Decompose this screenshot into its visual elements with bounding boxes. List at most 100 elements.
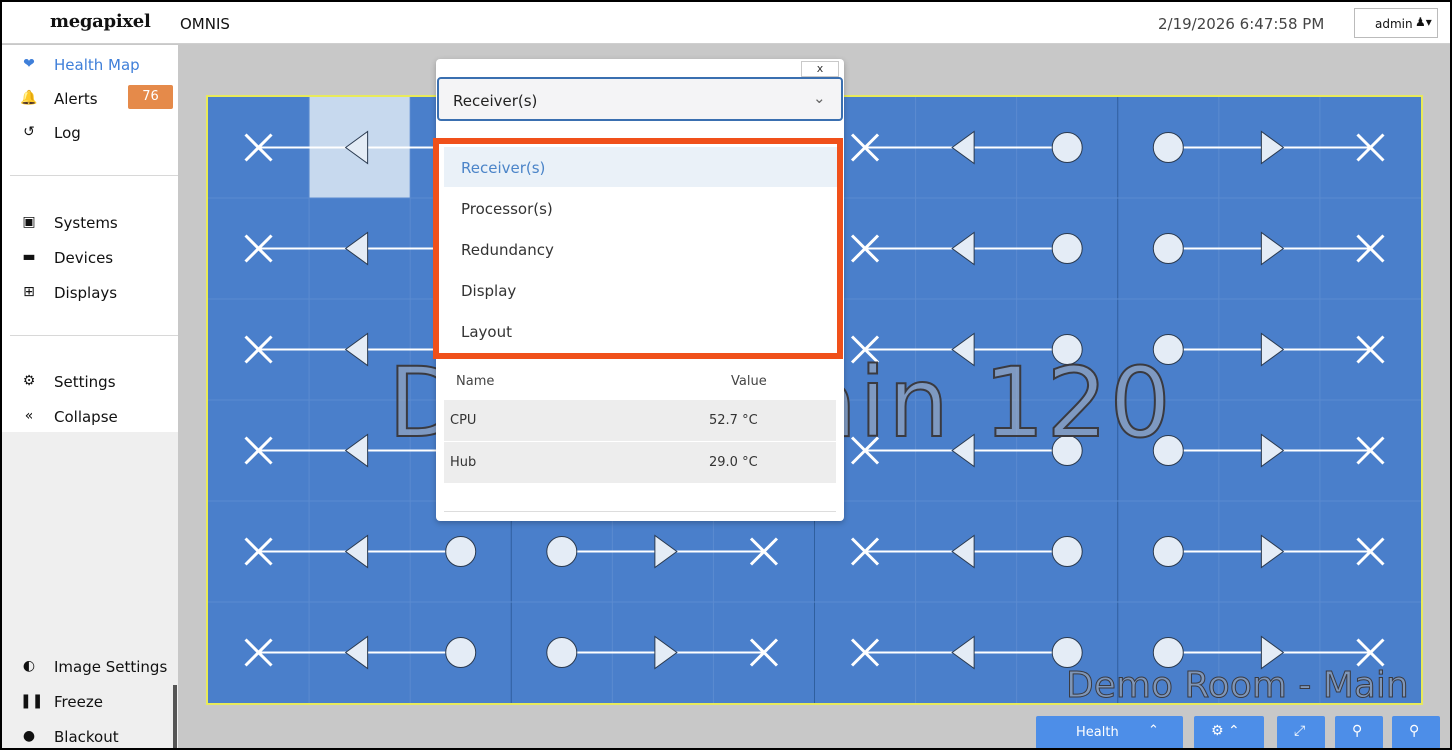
close-button[interactable]: x [801, 61, 839, 77]
sidebar-item-blackout[interactable]: ● Blackout [16, 725, 174, 748]
zoom-out-icon: ⚲ [1352, 723, 1363, 739]
datetime: 2/19/2026 6:47:58 PM [1158, 15, 1325, 33]
data-flow-arrow-icon [1260, 635, 1285, 670]
grid-icon: ⊞ [23, 284, 35, 300]
sidebar-item-label: Log [54, 124, 81, 142]
data-flow-arrow-icon [951, 130, 975, 165]
user-name: admin [1375, 17, 1413, 31]
receiver-node-icon [546, 637, 578, 668]
row-name: Hub [450, 455, 477, 470]
table-row: CPU 52.7 °C [444, 400, 836, 442]
sidebar-scrollbar[interactable] [173, 685, 177, 748]
chevron-down-icon: ⌄ [813, 89, 826, 107]
sidebar-item-label: Displays [54, 284, 118, 302]
contrast-icon: ◐ [22, 658, 36, 674]
row-value: 29.0 °C [709, 455, 758, 470]
health-mode-button[interactable]: Health ⌃ [1036, 716, 1183, 748]
data-flow-arrow-icon [344, 231, 369, 266]
divider [10, 175, 178, 176]
data-flow-arrow-icon [1260, 332, 1285, 367]
sidebar-item-label: Blackout [54, 728, 119, 746]
data-flow-arrow-icon [951, 534, 975, 569]
options-button[interactable]: ⚙ ⌃ [1194, 716, 1264, 748]
sidebar-item-label: Settings [54, 373, 116, 391]
sidebar-item-label: Alerts [54, 90, 98, 108]
app-window: megapixel OMNIS 2/19/2026 6:47:58 PM adm… [0, 0, 1452, 750]
fullscreen-button[interactable]: ⤢ [1277, 716, 1325, 748]
sidebar-nav: ❤ Health Map 🔔 Alerts 76 ↺ Log ▣ Systems… [2, 45, 178, 432]
zoom-in-button[interactable]: ⚲ [1392, 716, 1440, 748]
component-select[interactable]: Receiver(s) ⌄ [437, 77, 843, 121]
receiver-node-icon [1051, 536, 1083, 567]
sidebar-item-freeze[interactable]: ❚❚ Freeze [16, 690, 174, 716]
sidebar: ❤ Health Map 🔔 Alerts 76 ↺ Log ▣ Systems… [2, 45, 178, 748]
divider [444, 511, 836, 512]
row-value: 52.7 °C [709, 413, 758, 428]
bell-icon: 🔔 [20, 90, 38, 106]
receiver-node-icon [445, 637, 477, 668]
receiver-node-icon [546, 536, 578, 567]
user-caret-icon: ♟▾ [1415, 15, 1432, 29]
data-flow-arrow-icon [951, 635, 975, 670]
server-icon: ▬ [22, 249, 36, 265]
table-header-name: Name [456, 374, 495, 389]
sidebar-item-systems[interactable]: ▣ Systems [16, 211, 174, 237]
divider [10, 335, 178, 336]
gear-icon: ⚙ ⌃ [1211, 723, 1240, 739]
sidebar-item-image-settings[interactable]: ◐ Image Settings [16, 655, 174, 681]
receiver-node-icon [1051, 637, 1083, 668]
lightbulb-icon: ● [22, 728, 36, 744]
data-flow-arrow-icon [1260, 534, 1285, 569]
receiver-node-icon [1152, 132, 1184, 163]
sidebar-item-label: Health Map [54, 56, 140, 74]
data-flow-arrow-icon [951, 231, 975, 266]
zoom-in-icon: ⚲ [1409, 723, 1420, 739]
data-flow-arrow-icon [654, 534, 678, 569]
data-flow-arrow-icon [654, 635, 678, 670]
receiver-node-icon [1152, 233, 1184, 264]
dropdown-highlight-box [433, 138, 843, 359]
network-icon: ▣ [22, 214, 36, 230]
brand-logo: megapixel [50, 11, 151, 32]
sidebar-item-label: Collapse [54, 408, 118, 426]
history-icon: ↺ [23, 124, 35, 140]
health-mode-label: Health [1076, 725, 1119, 740]
sidebar-item-collapse[interactable]: « Collapse [16, 405, 174, 431]
chevron-up-icon: ⌃ [1148, 723, 1159, 738]
data-flow-arrow-icon [344, 534, 369, 569]
data-flow-arrow-icon [344, 332, 369, 367]
sidebar-item-devices[interactable]: ▬ Devices [16, 246, 174, 272]
zoom-out-button[interactable]: ⚲ [1335, 716, 1383, 748]
expand-icon: ⤢ [1294, 723, 1306, 739]
sidebar-item-displays[interactable]: ⊞ Displays [16, 281, 174, 307]
data-flow-arrow-icon [344, 433, 369, 468]
table-row: Hub 29.0 °C [444, 442, 836, 484]
receiver-node-icon [445, 536, 477, 567]
row-name: CPU [450, 413, 477, 428]
sidebar-item-health-map[interactable]: ❤ Health Map [16, 53, 174, 79]
receiver-node-icon [1051, 132, 1083, 163]
top-bar: megapixel OMNIS 2/19/2026 6:47:58 PM adm… [2, 2, 1450, 44]
user-menu-button[interactable]: admin ♟▾ [1354, 8, 1438, 38]
sidebar-item-settings[interactable]: ⚙ Settings [16, 370, 174, 396]
component-select-value: Receiver(s) [453, 92, 538, 110]
double-chevron-left-icon: « [24, 408, 34, 424]
receiver-node-icon [1152, 536, 1184, 567]
receiver-node-icon [1051, 233, 1083, 264]
data-flow-arrow-icon [344, 635, 369, 670]
receiver-node-icon [1152, 637, 1184, 668]
gears-icon: ⚙ [22, 373, 36, 389]
sidebar-item-label: Systems [54, 214, 118, 232]
sidebar-item-log[interactable]: ↺ Log [16, 121, 174, 147]
app-name: OMNIS [180, 15, 230, 33]
pause-icon: ❚❚ [20, 693, 44, 709]
sidebar-item-label: Devices [54, 249, 114, 267]
sidebar-item-label: Freeze [54, 693, 103, 711]
data-flow-arrow-icon [1260, 130, 1285, 165]
alerts-count-badge: 76 [128, 85, 173, 109]
heartbeat-icon: ❤ [23, 56, 35, 72]
sidebar-item-label: Image Settings [54, 658, 168, 676]
table-header-value: Value [731, 374, 767, 389]
data-flow-arrow-icon [1260, 231, 1285, 266]
data-flow-arrow-icon [1260, 433, 1285, 468]
